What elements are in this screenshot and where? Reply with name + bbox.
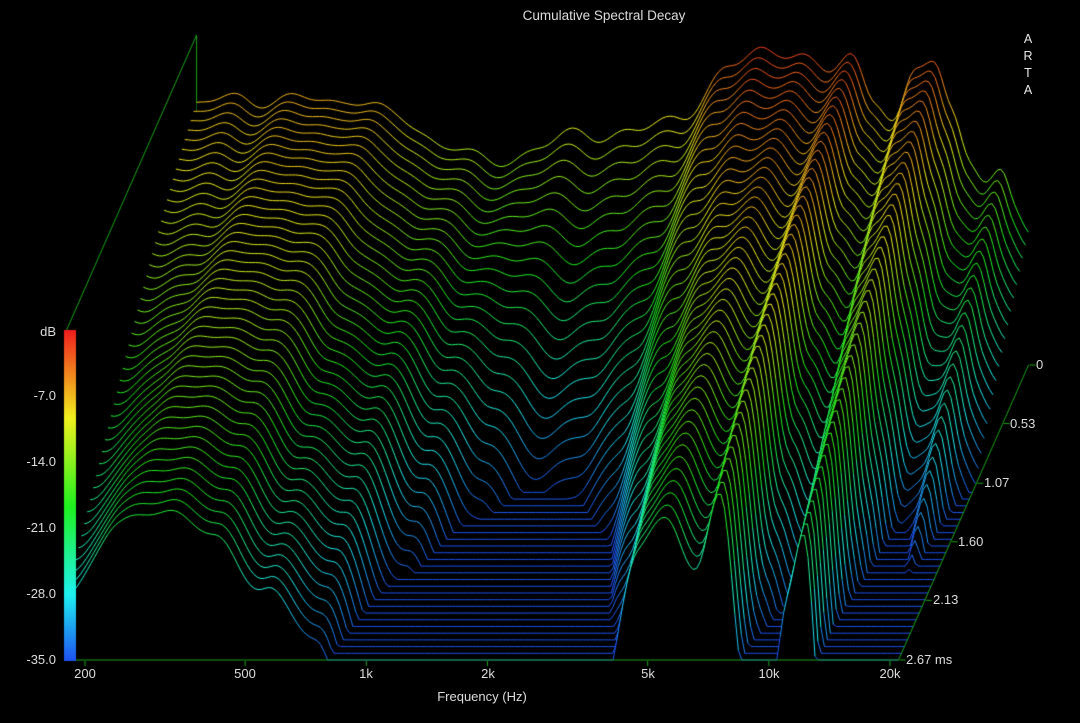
db-tick-label: -35.0 [10, 652, 56, 668]
freq-tick-label: 10k [747, 666, 791, 682]
arta-letter: A [1024, 32, 1032, 46]
freq-tick-label: 200 [63, 666, 107, 682]
csd-plot-window: Cumulative Spectral Decay A R T A dB -7.… [0, 0, 1080, 723]
freq-tick-label: 500 [223, 666, 267, 682]
db-tick-label: -14.0 [10, 454, 56, 470]
freq-tick-label: 5k [626, 666, 670, 682]
db-tick-label: -7.0 [10, 388, 56, 404]
db-tick-label: -21.0 [10, 520, 56, 536]
time-tick-label: 2.13 [933, 592, 958, 608]
db-axis-unit-label: dB [10, 324, 56, 340]
arta-letter: A [1024, 83, 1032, 97]
arta-letter: T [1024, 66, 1032, 80]
x-axis-title: Frequency (Hz) [437, 689, 527, 705]
time-tick-label: 0 [1036, 357, 1043, 373]
freq-tick-label: 2k [466, 666, 510, 682]
time-tick-label: 0.53 [1010, 416, 1035, 432]
time-tick-label: 2.67 ms [906, 652, 952, 668]
chart-title: Cumulative Spectral Decay [523, 8, 686, 24]
freq-tick-label: 20k [868, 666, 912, 682]
freq-tick-label: 1k [344, 666, 388, 682]
csd-waterfall-canvas [0, 0, 1080, 723]
time-tick-label: 1.60 [958, 534, 983, 550]
arta-letter: R [1023, 49, 1032, 63]
db-tick-label: -28.0 [10, 586, 56, 602]
time-tick-label: 1.07 [984, 475, 1009, 491]
arta-watermark: A R T A [1021, 32, 1035, 97]
